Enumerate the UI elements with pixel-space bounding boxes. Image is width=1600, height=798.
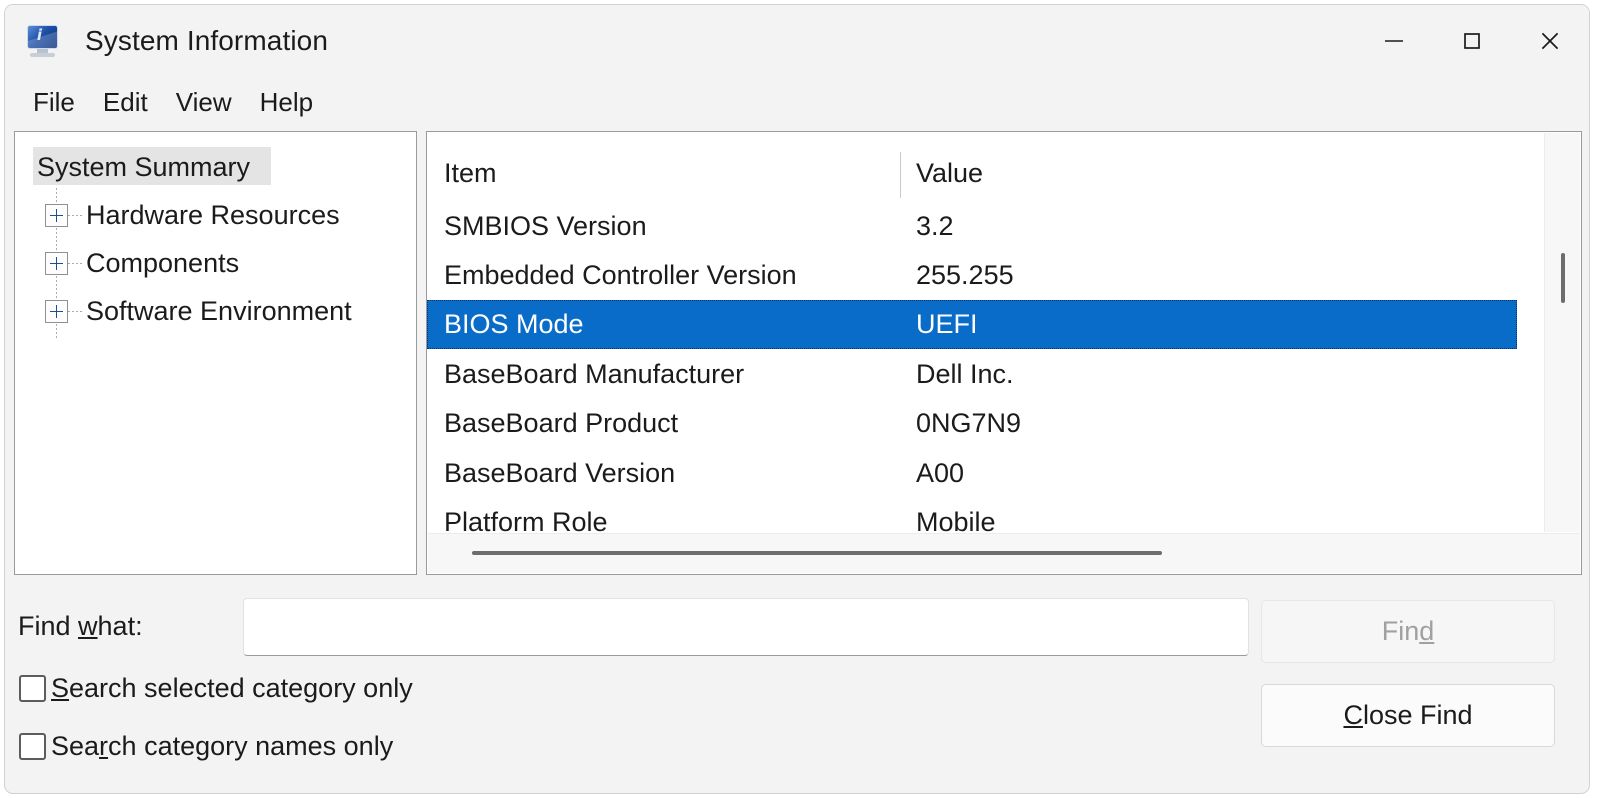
column-header-value[interactable]: Value: [916, 158, 983, 189]
details-list: Item Value SMBIOS Version 3.2 Embedded C…: [427, 132, 1581, 533]
row-value: Dell Inc.: [916, 359, 1014, 390]
tree-connector-horizontal: [68, 263, 82, 264]
tree-item-components[interactable]: Components: [15, 239, 416, 287]
menu-item-file[interactable]: File: [19, 84, 89, 121]
row-value: 0NG7N9: [916, 408, 1021, 439]
row-item: BaseBoard Version: [444, 458, 675, 489]
window-title: System Information: [85, 25, 328, 57]
row-item: SMBIOS Version: [444, 211, 647, 242]
plus-icon[interactable]: [45, 204, 68, 227]
tree-connector-horizontal: [68, 215, 82, 216]
find-input[interactable]: [243, 598, 1249, 656]
checkbox-label-suffix: ch category names only: [108, 731, 393, 761]
window-controls: [1355, 5, 1589, 77]
row-item: BaseBoard Manufacturer: [444, 359, 744, 390]
table-row[interactable]: Embedded Controller Version 255.255: [427, 251, 1517, 300]
row-item: BIOS Mode: [444, 309, 584, 340]
category-tree: System Summary Hardware Resources Compon…: [15, 132, 416, 335]
table-row-selected[interactable]: BIOS Mode UEFI: [427, 300, 1517, 349]
tree-item-system-summary[interactable]: System Summary: [15, 143, 416, 191]
tree-item-label: Hardware Resources: [83, 200, 343, 231]
menu-item-edit[interactable]: Edit: [89, 84, 162, 121]
tree-item-label: Components: [83, 248, 242, 279]
row-value: Mobile: [916, 507, 996, 533]
tree-item-label: Software Environment: [83, 296, 355, 327]
checkbox-label-accel: S: [51, 673, 69, 703]
search-category-names-label: Search category names only: [51, 731, 393, 762]
search-category-names-checkbox[interactable]: [19, 733, 46, 760]
plus-icon[interactable]: [45, 252, 68, 275]
details-list-panel: Item Value SMBIOS Version 3.2 Embedded C…: [426, 131, 1582, 575]
row-item: Embedded Controller Version: [444, 260, 797, 291]
row-value: 255.255: [916, 260, 1014, 291]
table-row[interactable]: BaseBoard Product 0NG7N9: [427, 399, 1517, 448]
close-find-button-suffix: lose Find: [1363, 700, 1473, 731]
row-item: Platform Role: [444, 507, 608, 533]
find-button[interactable]: Find: [1261, 600, 1555, 663]
row-value: UEFI: [916, 309, 978, 340]
find-button-accel: d: [1419, 616, 1434, 647]
search-selected-category-label: Search selected category only: [51, 673, 413, 704]
table-row[interactable]: SMBIOS Version 3.2: [427, 202, 1517, 251]
horizontal-scrollbar[interactable]: [428, 533, 1580, 573]
list-header-row: Item Value: [427, 149, 1517, 198]
menu-bar: File Edit View Help: [5, 77, 1589, 127]
find-what-label-prefix: Find: [18, 611, 78, 641]
checkbox-label-prefix: Sea: [51, 731, 99, 761]
vertical-scrollbar[interactable]: [1544, 133, 1580, 532]
row-value: A00: [916, 458, 964, 489]
menu-item-help[interactable]: Help: [246, 84, 327, 121]
close-find-button-accel: C: [1343, 700, 1363, 731]
search-selected-category-checkbox-row[interactable]: Search selected category only: [19, 673, 413, 704]
row-item: BaseBoard Product: [444, 408, 678, 439]
minimize-icon: [1382, 29, 1406, 53]
tree-connector-horizontal: [68, 311, 82, 312]
system-information-window: i System Information: [4, 4, 1590, 794]
checkbox-label-accel: r: [99, 731, 108, 761]
minimize-button[interactable]: [1355, 5, 1433, 77]
find-what-label: Find what:: [18, 611, 143, 642]
close-button[interactable]: [1511, 5, 1589, 77]
computer-monitor-icon: i: [24, 23, 62, 59]
category-tree-panel: System Summary Hardware Resources Compon…: [14, 131, 417, 575]
find-what-label-suffix: hat:: [98, 611, 143, 641]
column-header-item[interactable]: Item: [444, 158, 497, 189]
find-what-label-accel: w: [78, 611, 98, 641]
menu-item-view[interactable]: View: [162, 84, 246, 121]
vertical-scrollbar-thumb[interactable]: [1561, 253, 1565, 303]
maximize-icon: [1460, 29, 1484, 53]
checkbox-label-suffix: earch selected category only: [69, 673, 413, 703]
plus-icon[interactable]: [45, 300, 68, 323]
find-button-prefix: Fin: [1382, 616, 1420, 647]
maximize-button[interactable]: [1433, 5, 1511, 77]
search-selected-category-checkbox[interactable]: [19, 675, 46, 702]
title-bar: i System Information: [5, 5, 1589, 77]
close-icon: [1537, 28, 1563, 54]
row-value: 3.2: [916, 211, 954, 242]
close-find-button[interactable]: Close Find: [1261, 684, 1555, 747]
tree-item-software-environment[interactable]: Software Environment: [15, 287, 416, 335]
tree-item-hardware-resources[interactable]: Hardware Resources: [15, 191, 416, 239]
table-row[interactable]: Platform Role Mobile: [427, 498, 1517, 533]
table-row[interactable]: BaseBoard Version A00: [427, 449, 1517, 498]
search-category-names-checkbox-row[interactable]: Search category names only: [19, 731, 393, 762]
table-row[interactable]: BaseBoard Manufacturer Dell Inc.: [427, 350, 1517, 399]
horizontal-scrollbar-thumb[interactable]: [472, 551, 1162, 555]
tree-item-label: System Summary: [34, 152, 253, 183]
